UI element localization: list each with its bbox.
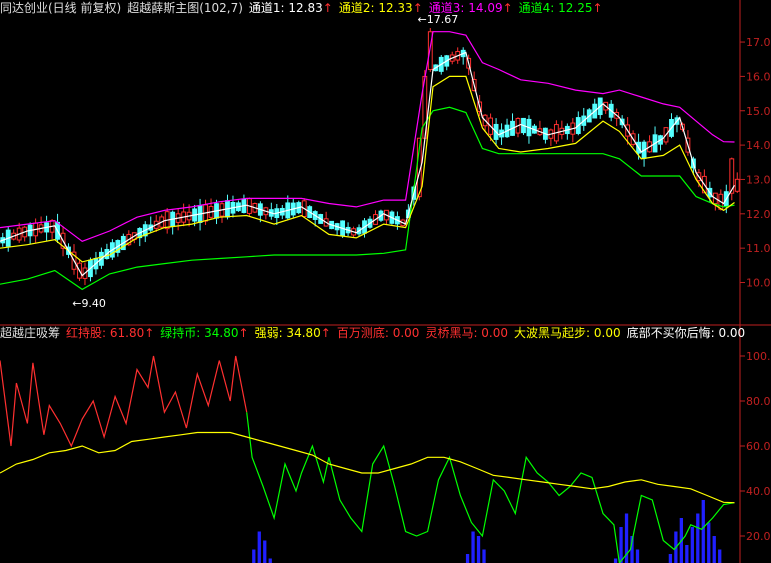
indicator-value-1: 绿持币: 34.80↑ <box>160 326 248 340</box>
channel2-line <box>0 75 735 263</box>
channel-value-label: 通道3: 14.09 <box>428 1 503 15</box>
y-tick-label: 14.0 <box>746 139 771 152</box>
y-tick-label: 17.0 <box>746 36 771 49</box>
indicator-value-label: 红持股: 61.80 <box>66 326 145 340</box>
blue-volume-bar <box>465 554 470 563</box>
arrow-up-icon: ↑ <box>592 1 603 15</box>
blue-volume-bar <box>707 522 711 563</box>
blue-volume-bar <box>712 536 716 563</box>
blue-volume-bar <box>696 513 700 563</box>
sub-indicator-title: 超越庄吸筹 <box>0 326 61 340</box>
indicator-value-label: 底部不买你后悔: 0.00 <box>626 326 746 340</box>
y-tick-label: 10.0 <box>746 277 771 290</box>
channel-value-3: 通道4: 12.25↑ <box>519 1 603 15</box>
stock-chart-window: 10.0 11.0 12.0 13.0 14.0 15.0 16.0 17.0 20.0 40.0… <box>0 0 771 563</box>
y-tick-label: 100.0 <box>746 350 771 363</box>
blue-volume-bar <box>613 558 618 563</box>
arrow-up-icon: ↑ <box>238 326 249 340</box>
indicator-value-3: 百万测底: 0.00 <box>337 326 420 340</box>
indicator-value-6: 底部不买你后悔: 0.00 <box>627 326 746 340</box>
indicator-value-label: 百万测底: 0.00 <box>336 326 420 340</box>
indicator-value-label: 强弱: 34.80 <box>254 326 321 340</box>
channel4-line <box>0 106 735 291</box>
indicator-value-label: 绿持币: 34.80 <box>160 326 239 340</box>
y-tick-label: 16.0 <box>746 70 771 83</box>
arrow-up-icon: ↑ <box>412 1 423 15</box>
arrow-up-icon: ↑ <box>320 326 331 340</box>
blue-volume-bar <box>635 549 640 563</box>
indicator-value-4: 灵桥黑马: 0.00 <box>425 326 508 340</box>
main-chart-header: 同达创业(日线 前复权) 超越薛斯主图(102,7) 通道1: 12.83↑ 通道2:… <box>0 0 615 16</box>
channel-value-2: 通道3: 14.09↑ <box>429 1 513 15</box>
blue-volume-bar <box>482 549 486 563</box>
blue-volume-bar <box>718 549 722 563</box>
channel-value-label: 通道4: 12.25 <box>518 1 593 15</box>
blue-volume-bar <box>476 536 481 563</box>
channel-value-label: 通道1: 12.83 <box>248 1 323 15</box>
y-tick-label: 12.0 <box>746 208 771 221</box>
indicator-value-0: 红持股: 61.80↑ <box>66 326 154 340</box>
candle-body <box>734 178 740 192</box>
stock-title: 同达创业(日线 前复权) <box>0 1 122 15</box>
channel-value-0: 通道1: 12.83↑ <box>249 1 333 15</box>
y-tick-label: 13.0 <box>746 173 771 186</box>
sub-indicator-values: 红持股: 61.80↑ 绿持币: 34.80↑ 强弱: 34.80↑ 百万测底: 0.… <box>66 326 751 340</box>
sub-series-line-2 <box>0 431 735 504</box>
indicator-value-2: 强弱: 34.80↑ <box>255 326 331 340</box>
channel-value-1: 通道2: 12.33↑ <box>339 1 423 15</box>
indicator-name: 超越薛斯主图(102,7) <box>127 1 243 15</box>
blue-volume-bar <box>471 531 475 563</box>
channel-values: 通道1: 12.83↑ 通道2: 12.33↑ 通道3: 14.09↑ 通道4: 12… <box>249 1 609 15</box>
blue-volume-bar <box>701 500 705 563</box>
blue-volume-bar <box>619 527 623 563</box>
y-tick-label: 60.0 <box>746 440 771 453</box>
chart-canvas[interactable]: 10.0 11.0 12.0 13.0 14.0 15.0 16.0 17.0 20.0 40.0… <box>0 0 771 563</box>
blue-volume-bar <box>263 540 267 563</box>
indicator-value-5: 大波黑马起步: 0.00 <box>514 326 621 340</box>
sub-chart-header: 超越庄吸筹 红持股: 61.80↑ 绿持币: 34.80↑ 强弱: 34.80↑ 百万测… <box>0 325 757 341</box>
arrow-up-icon: ↑ <box>502 1 513 15</box>
price-annotation-arrow: ← <box>72 297 81 310</box>
channel-value-label: 通道2: 12.33 <box>338 1 413 15</box>
indicator-value-label: 大波黑马起步: 0.00 <box>514 326 621 340</box>
arrow-up-icon: ↑ <box>322 1 333 15</box>
price-annotation-value: 9.40 <box>81 297 106 310</box>
y-tick-label: 40.0 <box>746 485 771 498</box>
blue-volume-bar <box>268 558 272 563</box>
channel1-line <box>0 51 736 277</box>
y-tick-label: 11.0 <box>746 242 771 255</box>
arrow-up-icon: ↑ <box>144 326 155 340</box>
price-annotation: ←9.40 <box>72 297 106 310</box>
indicator-value-label: 灵桥黑马: 0.00 <box>425 326 509 340</box>
blue-volume-bar <box>690 527 694 563</box>
blue-volume-bar <box>668 554 673 563</box>
channel3-line <box>0 31 735 242</box>
sub-series-line-1 <box>246 412 735 563</box>
y-tick-label: 20.0 <box>746 530 771 543</box>
y-tick-label: 80.0 <box>746 395 771 408</box>
y-tick-label: 15.0 <box>746 105 771 118</box>
blue-volume-bar <box>252 549 256 563</box>
blue-volume-bar <box>685 545 689 563</box>
blue-volume-bar <box>257 531 261 563</box>
